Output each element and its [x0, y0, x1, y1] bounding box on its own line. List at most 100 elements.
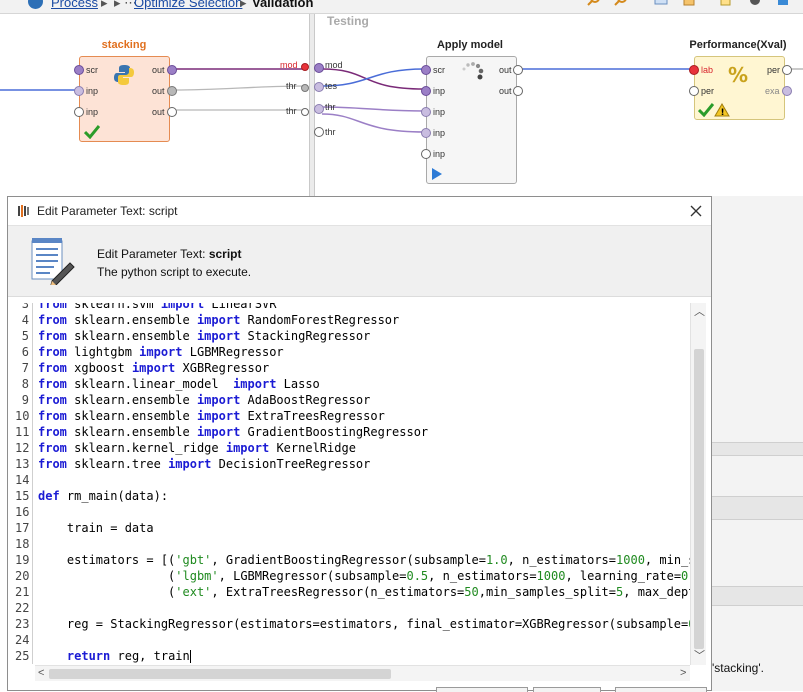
code-text[interactable]: from sklearn.linear_model import Lasso — [35, 377, 320, 391]
subprocess-port-mod-right[interactable] — [314, 63, 324, 73]
code-line[interactable]: 6 from lightgbm import LGBMRegressor — [15, 344, 690, 360]
subprocess-port-tes[interactable] — [314, 82, 324, 92]
editor-horizontal-scrollbar[interactable]: < > — [35, 665, 690, 681]
notes-icon[interactable] — [682, 0, 696, 6]
code-line[interactable]: 4 from sklearn.ensemble import RandomFore… — [15, 312, 690, 328]
code-text[interactable]: from sklearn.ensemble import AdaBoostReg… — [35, 393, 370, 407]
code-line[interactable]: 13 from sklearn.tree import DecisionTreeR… — [15, 456, 690, 472]
subprocess-port-thr-right-2[interactable] — [314, 127, 324, 137]
dialog-header-title: Edit Parameter Text: script — [97, 247, 242, 261]
dock-toolbar — [711, 496, 803, 520]
code-line[interactable]: 17 train = data — [15, 520, 690, 536]
scroll-left-icon[interactable]: < — [38, 668, 44, 679]
code-text[interactable] — [35, 601, 38, 615]
layout-icon[interactable] — [654, 0, 668, 6]
stacking-port-out-1[interactable] — [167, 65, 177, 75]
code-text[interactable]: def rm_main(data): — [35, 489, 168, 503]
code-text[interactable] — [35, 505, 38, 519]
code-text[interactable]: from sklearn.kernel_ridge import KernelR… — [35, 441, 356, 455]
code-text[interactable]: from sklearn.tree import DecisionTreeReg… — [35, 457, 370, 471]
code-line[interactable]: 10 from sklearn.ensemble import ExtraTree… — [15, 408, 690, 424]
auto-wire-icon[interactable] — [748, 0, 762, 6]
code-text[interactable]: from sklearn.ensemble import StackingReg… — [35, 329, 370, 343]
code-text[interactable] — [35, 633, 38, 647]
code-text[interactable]: reg = StackingRegressor(estimators=estim… — [35, 617, 690, 631]
code-text[interactable]: from sklearn.ensemble import GradientBoo… — [35, 425, 428, 439]
code-line[interactable]: 18 — [15, 536, 690, 552]
stacking-port-inp-1[interactable] — [74, 86, 84, 96]
vertical-scroll-thumb[interactable] — [694, 349, 704, 649]
code-line[interactable]: 11 from sklearn.ensemble import GradientB… — [15, 424, 690, 440]
add-operator-icon[interactable]: + — [720, 0, 734, 6]
scroll-right-icon[interactable]: > — [680, 668, 686, 679]
code-line[interactable]: 14 — [15, 472, 690, 488]
code-line[interactable]: 15 def rm_main(data): — [15, 488, 690, 504]
stacking-port-out-3[interactable] — [167, 107, 177, 117]
code-line[interactable]: 24 — [15, 632, 690, 648]
code-line[interactable]: 23 reg = StackingRegressor(estimators=es… — [15, 616, 690, 632]
apply-model-port-inp-3[interactable] — [421, 128, 431, 138]
zoom-in-icon[interactable] — [587, 0, 601, 6]
apply-model-port-scr[interactable] — [421, 65, 431, 75]
apply-model-port-inp-4[interactable] — [421, 149, 431, 159]
code-text[interactable]: from sklearn.ensemble import ExtraTreesR… — [35, 409, 385, 423]
subprocess-port-thr-left-1[interactable] — [301, 84, 309, 92]
scroll-down-icon[interactable]: ﹀ — [694, 651, 705, 662]
dialog-title: Edit Parameter Text: script — [37, 204, 178, 218]
performance-port-lab[interactable] — [689, 65, 699, 75]
code-text[interactable] — [35, 473, 38, 487]
code-line[interactable]: 8 from sklearn.linear_model import Lasso — [15, 376, 690, 392]
script-editor[interactable]: 3 from sklearn.svm import LinearSVR 4 from … — [15, 303, 690, 665]
apply-model-port-inp-1[interactable] — [421, 86, 431, 96]
code-line[interactable]: 22 — [15, 600, 690, 616]
code-text[interactable] — [35, 537, 38, 551]
code-line[interactable]: 9 from sklearn.ensemble import AdaBoostRe… — [15, 392, 690, 408]
zoom-out-icon[interactable] — [614, 0, 628, 6]
subprocess-port-thr-left-2[interactable] — [301, 108, 309, 116]
process-info-icon[interactable] — [28, 0, 43, 9]
apply-model-port-out-2[interactable] — [513, 86, 523, 96]
scroll-up-icon[interactable]: ︿ — [694, 307, 705, 318]
code-text[interactable]: estimators = [('gbt', GradientBoostingRe… — [35, 553, 690, 567]
dialog-button-apply[interactable] — [436, 687, 528, 692]
breadcrumb-process[interactable]: Process — [51, 0, 98, 10]
close-icon[interactable] — [686, 201, 706, 221]
code-line[interactable]: 21 ('ext', ExtraTreesRegressor(n_estimat… — [15, 584, 690, 600]
code-line[interactable]: 16 — [15, 504, 690, 520]
breadcrumb-optimize-selection[interactable]: Optimize Selection — [134, 0, 242, 10]
performance-port-exa[interactable] — [782, 86, 792, 96]
performance-port-per-out[interactable] — [782, 65, 792, 75]
code-line[interactable]: 12 from sklearn.kernel_ridge import Kerne… — [15, 440, 690, 456]
code-line[interactable]: 3 from sklearn.svm import LinearSVR — [15, 303, 690, 312]
code-text[interactable]: from sklearn.ensemble import RandomFores… — [35, 313, 399, 327]
apply-model-port-out-1[interactable] — [513, 65, 523, 75]
performance-port-per-in[interactable] — [689, 86, 699, 96]
stacking-port-scr[interactable] — [74, 65, 84, 75]
code-text[interactable]: from xgboost import XGBRegressor — [35, 361, 269, 375]
dock-scrollbar[interactable] — [711, 442, 803, 456]
code-text[interactable]: train = data — [35, 521, 154, 535]
subprocess-port-thr-right-1[interactable] — [314, 104, 324, 114]
code-line[interactable]: 7 from xgboost import XGBRegressor — [15, 360, 690, 376]
code-text[interactable]: ('ext', ExtraTreesRegressor(n_estimators… — [35, 585, 690, 599]
code-line[interactable]: 20 ('lgbm', LGBMRegressor(subsample=0.5,… — [15, 568, 690, 584]
dialog-button-ok[interactable] — [533, 687, 601, 692]
subprocess-port-mod-left[interactable] — [301, 63, 309, 71]
apply-model-operator[interactable] — [426, 56, 517, 184]
horizontal-scroll-thumb[interactable] — [49, 669, 391, 679]
breadcrumb: Process ▸ ▸ ⋯ Optimize Selection ▸ Valid… — [0, 0, 803, 14]
code-text[interactable]: return reg, train — [35, 649, 191, 663]
code-line[interactable]: 5 from sklearn.ensemble import StackingRe… — [15, 328, 690, 344]
code-line[interactable]: 19 estimators = [('gbt', GradientBoostin… — [15, 552, 690, 568]
dialog-titlebar[interactable]: Edit Parameter Text: script — [8, 197, 711, 225]
editor-vertical-scrollbar[interactable]: ︿ ﹀ — [690, 303, 706, 665]
dialog-button-cancel[interactable] — [615, 687, 707, 692]
stacking-port-inp-2[interactable] — [74, 107, 84, 117]
code-text[interactable]: from lightgbm import LGBMRegressor — [35, 345, 284, 359]
stacking-port-out-2[interactable] — [167, 86, 177, 96]
code-text[interactable]: ('lgbm', LGBMRegressor(subsample=0.5, n_… — [35, 569, 690, 583]
apply-model-port-inp-2[interactable] — [421, 107, 431, 117]
code-text[interactable]: from sklearn.svm import LinearSVR — [35, 303, 276, 311]
export-icon[interactable] — [776, 0, 790, 6]
code-line[interactable]: 25 return reg, train — [15, 648, 690, 664]
